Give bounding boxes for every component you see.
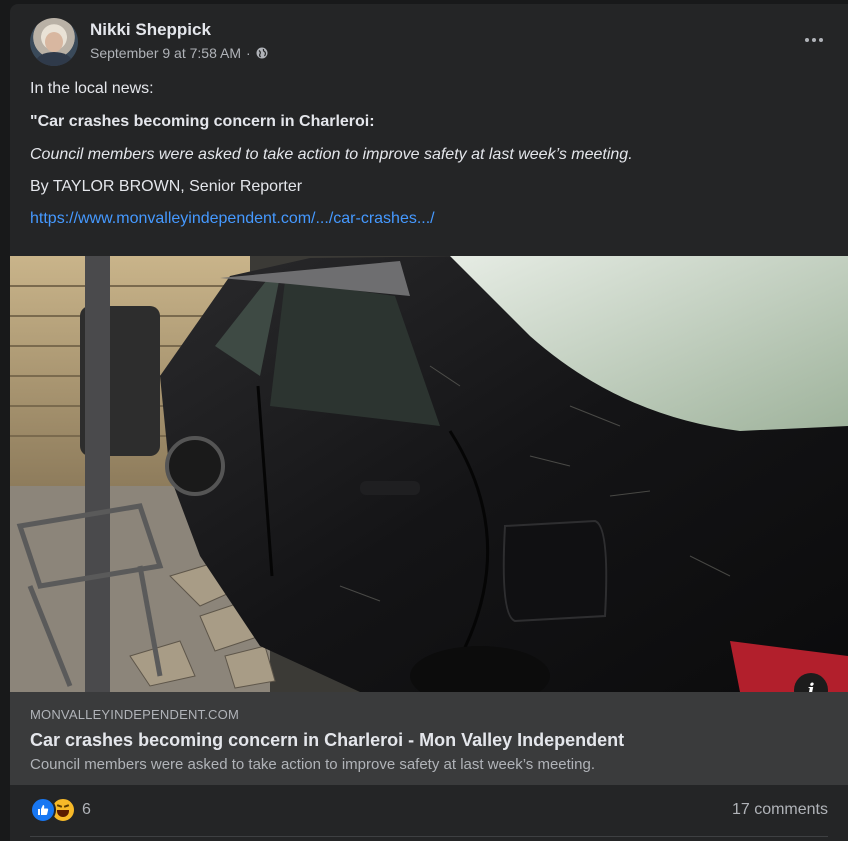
reaction-count: 6 <box>82 801 91 818</box>
more-options-icon[interactable] <box>800 30 828 50</box>
crashed-car-photo <box>10 256 848 692</box>
link-title: Car crashes becoming concern in Charlero… <box>30 730 625 750</box>
post-link[interactable]: https://www.monvalleyindependent.com/...… <box>30 210 830 228</box>
post-text-intro: In the local news: <box>30 80 154 97</box>
like-icon <box>30 797 56 823</box>
post-card: Nikki Sheppick September 9 at 7:58 AM · … <box>10 4 848 841</box>
post-header: Nikki Sheppick September 9 at 7:58 AM · <box>30 18 830 70</box>
link-domain: MONVALLEYINDEPENDENT.COM <box>30 707 239 722</box>
avatar[interactable] <box>30 18 78 66</box>
meta-separator: · <box>245 45 251 61</box>
link-description: Council members were asked to take actio… <box>30 756 595 773</box>
comments-count[interactable]: 17 comments <box>732 801 828 819</box>
post-text-headline: "Car crashes becoming concern in Charler… <box>30 113 375 130</box>
divider <box>30 836 828 837</box>
post-text-byline: By TAYLOR BROWN, Senior Reporter <box>30 178 303 195</box>
globe-icon[interactable] <box>256 47 268 59</box>
reactions-summary[interactable]: 6 <box>30 797 91 823</box>
timestamp[interactable]: September 9 at 7:58 AM <box>90 45 241 61</box>
link-preview[interactable]: MONVALLEYINDEPENDENT.COM Car crashes bec… <box>10 692 848 785</box>
post-meta: September 9 at 7:58 AM · <box>90 45 268 61</box>
author-name[interactable]: Nikki Sheppick <box>90 20 211 40</box>
post-text-summary: Council members were asked to take actio… <box>30 146 633 163</box>
article-image[interactable]: i <box>10 256 848 692</box>
